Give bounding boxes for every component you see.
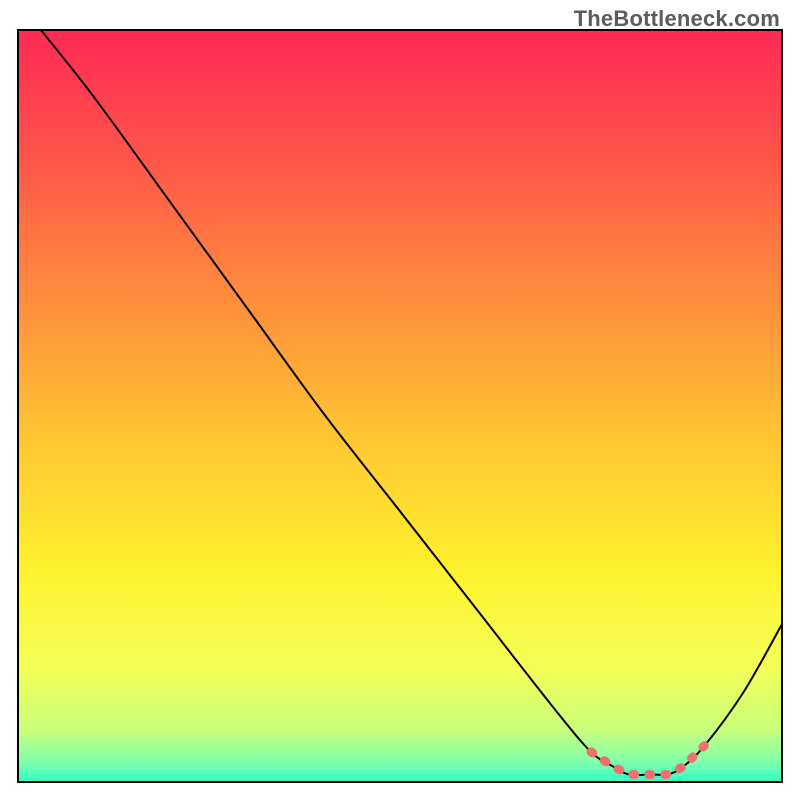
watermark-text: TheBottleneck.com: [574, 6, 780, 32]
chart-container: TheBottleneck.com: [0, 0, 800, 800]
bottleneck-chart: [0, 0, 800, 800]
chart-background-gradient: [18, 30, 782, 782]
